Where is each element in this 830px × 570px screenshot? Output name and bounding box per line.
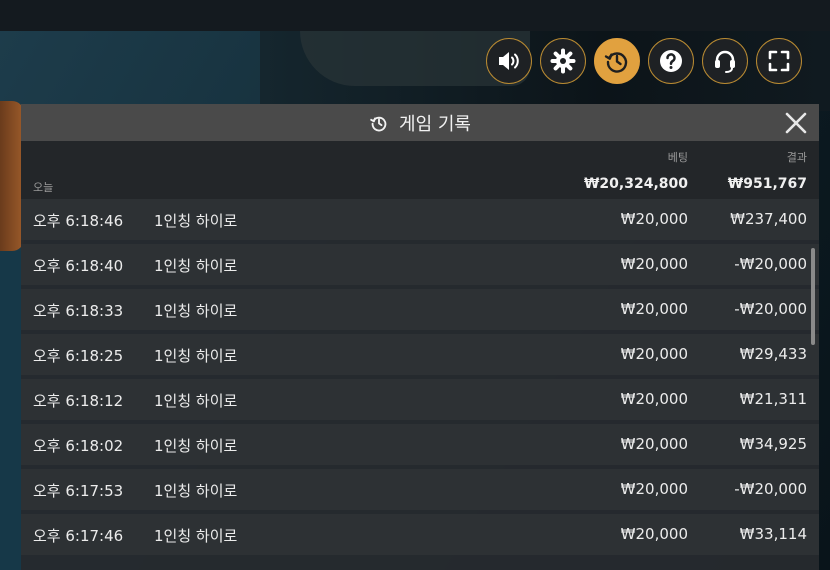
history-row[interactable]: 오후 6:18:02 1인칭 하이로 ₩20,000 ₩34,925 (21, 424, 819, 465)
row-time: 오후 6:18:33 (33, 302, 124, 320)
bet-column-header: 베팅 (667, 151, 688, 164)
row-game: 1인칭 하이로 (154, 527, 238, 545)
history-row[interactable]: 오후 6:18:33 1인칭 하이로 ₩20,000 -₩20,000 (21, 289, 819, 330)
row-bet: ₩20,000 (620, 390, 688, 408)
panel-title: 게임 기록 (399, 113, 471, 135)
result-column-header: 결과 (786, 151, 807, 164)
row-result: ₩34,925 (739, 435, 807, 453)
bet-total: ₩20,324,800 (583, 176, 688, 192)
row-result: -₩20,000 (734, 255, 807, 273)
row-result: ₩29,433 (739, 345, 807, 363)
row-time: 오후 6:17:53 (33, 482, 124, 500)
history-button[interactable] (594, 38, 640, 84)
history-row[interactable]: 오후 6:17:53 1인칭 하이로 ₩20,000 -₩20,000 (21, 469, 819, 510)
control-bar (486, 38, 802, 84)
row-time: 오후 6:18:40 (33, 257, 124, 275)
question-icon (660, 50, 682, 72)
row-bet: ₩20,000 (620, 255, 688, 273)
row-result: ₩33,114 (739, 525, 807, 543)
row-bet: ₩20,000 (620, 480, 688, 498)
row-bet: ₩20,000 (620, 435, 688, 453)
game-history-panel: 게임 기록 베팅 결과 오늘 ₩20,324,800 ₩951,767 오후 6… (21, 104, 819, 570)
history-row[interactable]: 오후 6:18:25 1인칭 하이로 ₩20,000 ₩29,433 (21, 334, 819, 375)
row-game: 1인칭 하이로 (154, 212, 238, 230)
scrollbar[interactable] (811, 248, 815, 345)
row-time: 오후 6:18:02 (33, 437, 124, 455)
row-time: 오후 6:18:25 (33, 347, 124, 365)
settings-button[interactable] (540, 38, 586, 84)
fullscreen-icon (768, 50, 790, 72)
row-game: 1인칭 하이로 (154, 257, 238, 275)
date-group-label: 오늘 (33, 181, 54, 194)
panel-title-bar: 게임 기록 (21, 104, 819, 141)
history-icon (370, 116, 387, 131)
volume-icon (499, 52, 519, 70)
history-row[interactable]: 오후 6:17:46 1인칭 하이로 ₩20,000 ₩33,114 (21, 514, 819, 555)
gear-icon (550, 48, 576, 74)
row-time: 오후 6:18:46 (33, 212, 124, 230)
row-game: 1인칭 하이로 (154, 482, 238, 500)
support-button[interactable] (702, 38, 748, 84)
row-bet: ₩20,000 (620, 210, 688, 228)
history-row[interactable]: 오후 6:18:12 1인칭 하이로 ₩20,000 ₩21,311 (21, 379, 819, 420)
row-result: -₩20,000 (734, 480, 807, 498)
headset-icon (715, 50, 735, 73)
history-list: 오후 6:18:46 1인칭 하이로 ₩20,000 ₩237,400 오후 6:18:… (21, 199, 819, 555)
row-result: -₩20,000 (734, 300, 807, 318)
row-result: ₩21,311 (739, 390, 807, 408)
volume-button[interactable] (486, 38, 532, 84)
row-bet: ₩20,000 (620, 525, 688, 543)
history-row[interactable]: 오후 6:18:40 1인칭 하이로 ₩20,000 -₩20,000 (21, 244, 819, 285)
column-header: 베팅 결과 오늘 ₩20,324,800 ₩951,767 (21, 141, 819, 199)
result-total: ₩951,767 (727, 176, 807, 192)
close-icon[interactable] (783, 110, 809, 136)
fullscreen-button[interactable] (756, 38, 802, 84)
row-game: 1인칭 하이로 (154, 347, 238, 365)
row-game: 1인칭 하이로 (154, 302, 238, 320)
row-time: 오후 6:18:12 (33, 392, 124, 410)
row-bet: ₩20,000 (620, 345, 688, 363)
top-bar (0, 0, 830, 31)
row-game: 1인칭 하이로 (154, 437, 238, 455)
row-result: ₩237,400 (730, 210, 807, 228)
help-button[interactable] (648, 38, 694, 84)
row-game: 1인칭 하이로 (154, 392, 238, 410)
row-bet: ₩20,000 (620, 300, 688, 318)
history-row[interactable]: 오후 6:18:46 1인칭 하이로 ₩20,000 ₩237,400 (21, 199, 819, 240)
history-icon (604, 52, 628, 73)
row-time: 오후 6:17:46 (33, 527, 124, 545)
